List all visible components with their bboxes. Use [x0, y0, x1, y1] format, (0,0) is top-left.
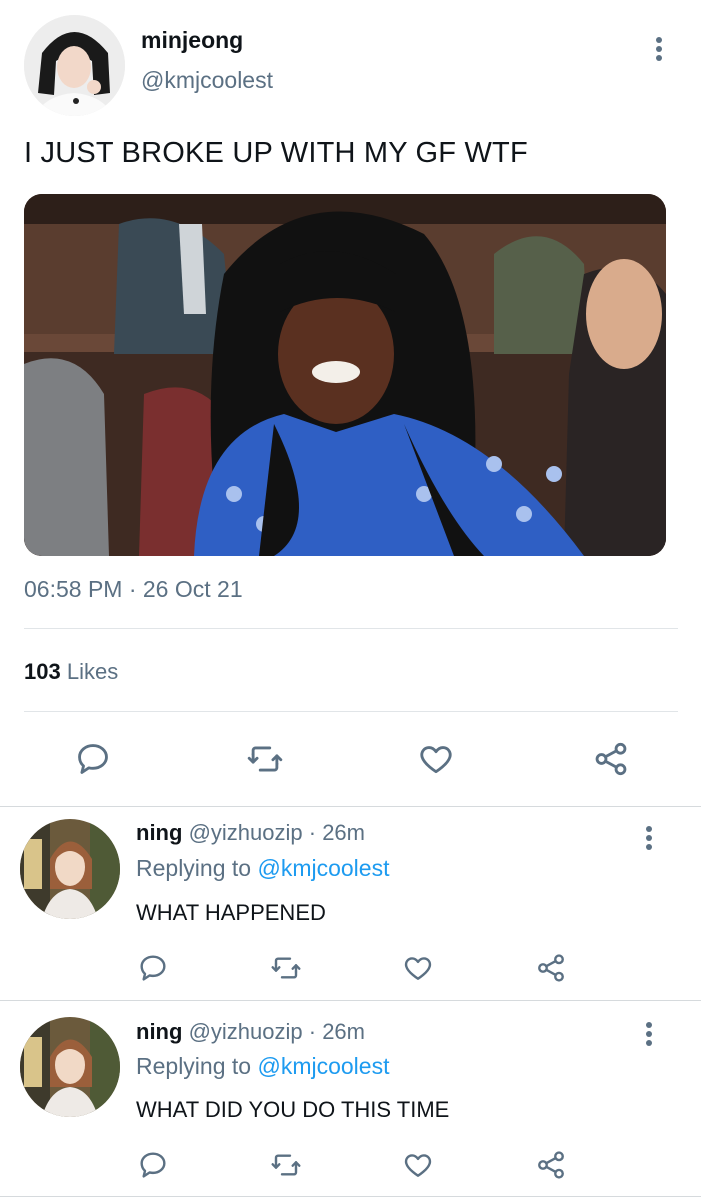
reply-header: ning @yizhuozip · 26m — [136, 820, 365, 846]
divider — [0, 1000, 701, 1001]
more-vertical-icon[interactable] — [645, 826, 653, 853]
tweet-media-image[interactable] — [24, 194, 666, 556]
reply-display-name[interactable]: ning — [136, 1019, 182, 1044]
more-vertical-icon[interactable] — [645, 1022, 653, 1049]
likes-stat[interactable]: 103 Likes — [24, 659, 118, 685]
reply-icon[interactable] — [137, 952, 169, 984]
share-icon[interactable] — [535, 952, 567, 984]
tweet-text: I JUST BROKE UP WITH MY GF WTF — [24, 137, 528, 169]
likes-count: 103 — [24, 659, 61, 684]
divider — [24, 628, 678, 629]
replying-to-prefix: Replying to — [136, 1053, 252, 1079]
retweet-icon[interactable] — [269, 952, 303, 984]
reply-text: WHAT HAPPENED — [136, 900, 326, 925]
replying-to-prefix: Replying to — [136, 855, 252, 881]
author-display-name[interactable]: minjeong — [141, 27, 243, 54]
replying-to: Replying to @kmjcoolest — [136, 1053, 389, 1080]
reply-handle[interactable]: @yizhuozip — [189, 1019, 303, 1044]
replying-to-link[interactable]: @kmjcoolest — [257, 1053, 389, 1079]
tweet-timestamp[interactable]: 06:58 PM · 26 Oct 21 — [24, 576, 243, 603]
reply-time[interactable]: · 26m — [309, 820, 365, 845]
reply-display-name[interactable]: ning — [136, 820, 182, 845]
reply-avatar[interactable] — [20, 819, 120, 919]
more-vertical-icon[interactable] — [655, 37, 663, 64]
reply-avatar[interactable] — [20, 1017, 120, 1117]
author-handle[interactable]: @kmjcoolest — [141, 67, 273, 94]
divider — [0, 806, 701, 807]
reply-text: WHAT DID YOU DO THIS TIME — [136, 1097, 450, 1122]
divider — [24, 711, 678, 712]
replying-to-link[interactable]: @kmjcoolest — [257, 855, 389, 881]
like-icon[interactable] — [402, 1149, 434, 1181]
reply-icon[interactable] — [74, 740, 112, 778]
share-icon[interactable] — [535, 1149, 567, 1181]
retweet-icon[interactable] — [269, 1149, 303, 1181]
likes-label: Likes — [66, 659, 119, 684]
reply-time[interactable]: · 26m — [309, 1019, 365, 1044]
reply-header: ning @yizhuozip · 26m — [136, 1019, 365, 1045]
reply-icon[interactable] — [137, 1149, 169, 1181]
reply-handle[interactable]: @yizhuozip — [189, 820, 303, 845]
retweet-icon[interactable] — [245, 740, 285, 778]
like-icon[interactable] — [402, 952, 434, 984]
author-avatar[interactable] — [24, 15, 125, 116]
divider — [0, 1196, 701, 1197]
like-icon[interactable] — [417, 740, 455, 778]
replying-to: Replying to @kmjcoolest — [136, 855, 389, 882]
share-icon[interactable] — [591, 740, 631, 778]
